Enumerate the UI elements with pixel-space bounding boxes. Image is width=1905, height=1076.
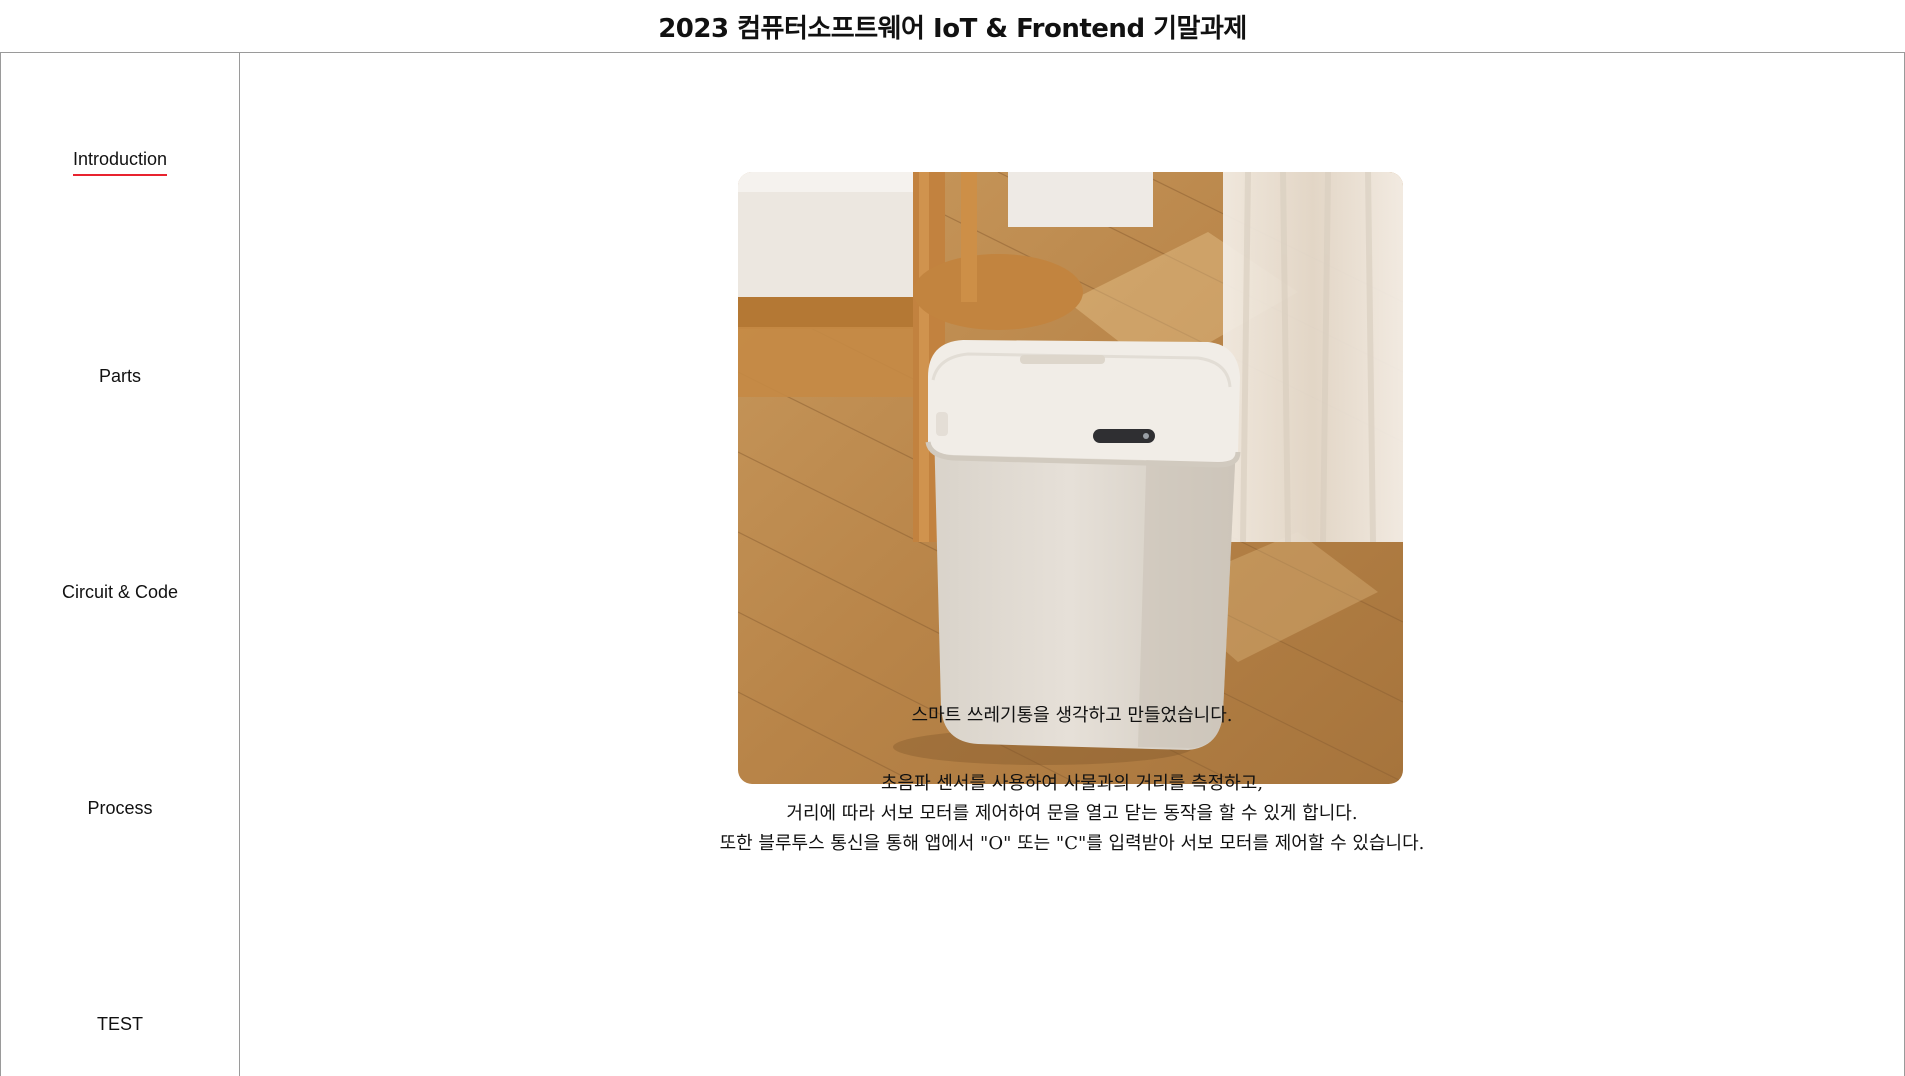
sidebar-item-label: Process (87, 798, 153, 818)
layout: Introduction Parts Circuit & Code Proces… (0, 53, 1905, 1076)
sidebar-item-label: TEST (96, 1014, 143, 1034)
sidebar-item-parts[interactable]: Parts (1, 366, 239, 391)
sidebar-item-process[interactable]: Process (1, 798, 239, 823)
description-line: 초음파 센서를 사용하여 사물과의 거리를 측정하고, (880, 773, 1264, 794)
sidebar-item-circuit-code[interactable]: Circuit & Code (1, 582, 239, 607)
sidebar-item-test[interactable]: TEST (1, 1014, 239, 1039)
page-title: 2023 컴퓨터소프트웨어 IoT & Frontend 기말과제 (658, 13, 1247, 44)
description-line: 거리에 따라 서보 모터를 제어하여 문을 열고 닫는 동작을 할 수 있게 합… (786, 803, 1358, 824)
sidebar-item-label: Introduction (72, 149, 168, 176)
description-line: 또한 블루투스 통신을 통해 앱에서 "O" 또는 "C"를 입력받아 서보 모… (719, 833, 1425, 854)
sidebar-item-label: Parts (98, 366, 141, 386)
sidebar-item-label: Circuit & Code (61, 582, 179, 602)
sidebar-item-introduction[interactable]: Introduction (1, 149, 239, 176)
page-header: 2023 컴퓨터소프트웨어 IoT & Frontend 기말과제 (0, 0, 1905, 53)
intro-text: 스마트 쓰레기통을 생각하고 만들었습니다. (911, 705, 1233, 726)
main-content: 스마트 쓰레기통을 생각하고 만들었습니다. 초음파 센서를 사용하여 사물과의… (240, 53, 1905, 1076)
smart-trash-can-photo (738, 172, 1403, 784)
sidebar: Introduction Parts Circuit & Code Proces… (0, 53, 240, 1076)
